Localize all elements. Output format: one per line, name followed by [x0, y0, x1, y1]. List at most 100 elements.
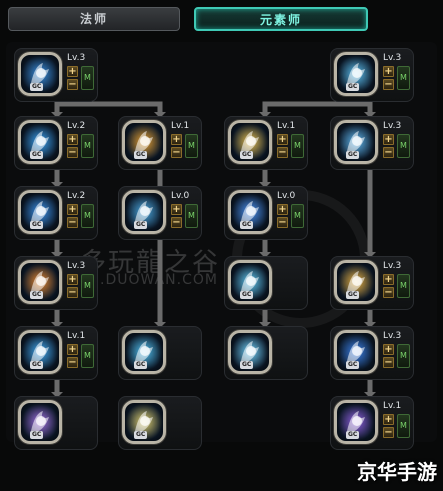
skill-level: Lv.0 — [171, 191, 190, 201]
level-up-button[interactable]: + — [383, 274, 394, 285]
ice-cube-icon[interactable]: GC — [228, 330, 272, 374]
master-button[interactable]: M — [291, 204, 304, 228]
master-button[interactable]: M — [81, 274, 94, 298]
level-up-button[interactable]: + — [171, 134, 182, 145]
master-button[interactable]: M — [185, 134, 198, 158]
gc-badge: GC — [30, 221, 44, 229]
brand-watermark: 京华手游 — [357, 460, 437, 484]
master-button[interactable]: M — [397, 274, 410, 298]
level-down-button[interactable]: − — [67, 357, 78, 368]
skill-slot-r2c1: GC Lv.2 + − M — [14, 116, 98, 170]
level-up-button[interactable]: + — [383, 414, 394, 425]
level-down-button[interactable]: − — [383, 287, 394, 298]
skill-slot-r5c2: GC — [118, 326, 202, 380]
skill-level: Lv.1 — [383, 401, 402, 411]
master-button[interactable]: M — [397, 414, 410, 438]
skill-level: Lv.1 — [67, 331, 86, 341]
level-up-button[interactable]: + — [383, 66, 394, 77]
level-down-button[interactable]: − — [67, 217, 78, 228]
level-down-button[interactable]: − — [383, 147, 394, 158]
gc-badge: GC — [240, 361, 254, 369]
skill-slot-r3c2: GC Lv.0 + − M — [118, 186, 202, 240]
level-down-button[interactable]: − — [171, 217, 182, 228]
lightning-spears-icon[interactable]: GC — [228, 190, 272, 234]
level-down-button[interactable]: − — [67, 287, 78, 298]
skill-level: Lv.3 — [383, 53, 402, 63]
skill-slot-r5c3: GC — [224, 326, 308, 380]
gc-badge: GC — [30, 83, 44, 91]
level-down-button[interactable]: − — [383, 357, 394, 368]
skill-slot-r5c4: GC Lv.3 + − M — [330, 326, 414, 380]
master-button[interactable]: M — [81, 134, 94, 158]
master-button[interactable]: M — [397, 134, 410, 158]
skill-slot-r2c4: GC Lv.3 + − M — [330, 116, 414, 170]
gc-badge: GC — [240, 291, 254, 299]
ice-wall-icon[interactable]: GC — [334, 120, 378, 164]
gc-badge: GC — [240, 151, 254, 159]
gc-badge: GC — [30, 151, 44, 159]
skill-slot-r3c3: GC Lv.0 + − M — [224, 186, 308, 240]
skill-level: Lv.3 — [67, 261, 86, 271]
gc-badge: GC — [30, 291, 44, 299]
level-up-button[interactable]: + — [171, 204, 182, 215]
fire-strike-icon[interactable]: GC — [228, 120, 272, 164]
blue-blaze-icon[interactable]: GC — [18, 190, 62, 234]
master-button[interactable]: M — [81, 204, 94, 228]
level-down-button[interactable]: − — [171, 147, 182, 158]
master-button[interactable]: M — [81, 66, 94, 90]
gc-badge: GC — [240, 221, 254, 229]
level-down-button[interactable]: − — [277, 147, 288, 158]
level-up-button[interactable]: + — [67, 204, 78, 215]
level-down-button[interactable]: − — [277, 217, 288, 228]
ice-burst-icon[interactable]: GC — [334, 52, 378, 96]
gc-badge: GC — [346, 151, 360, 159]
blue-flame-icon[interactable]: GC — [18, 52, 62, 96]
sparkle-bolt-icon[interactable]: GC — [122, 330, 166, 374]
skill-level: Lv.1 — [171, 121, 190, 131]
level-up-button[interactable]: + — [67, 66, 78, 77]
level-up-button[interactable]: + — [277, 204, 288, 215]
skill-level: Lv.0 — [277, 191, 296, 201]
master-button[interactable]: M — [185, 204, 198, 228]
fire-hand-icon[interactable]: GC — [122, 120, 166, 164]
gc-badge: GC — [30, 361, 44, 369]
skill-level: Lv.3 — [383, 121, 402, 131]
ice-claw-icon[interactable]: GC — [228, 260, 272, 304]
skill-level: Lv.3 — [383, 261, 402, 271]
crescent-moon-icon[interactable]: GC — [122, 400, 166, 444]
skill-level: Lv.2 — [67, 191, 86, 201]
wind-dragon-icon[interactable]: GC — [122, 190, 166, 234]
violet-burst-icon[interactable]: GC — [18, 400, 62, 444]
blue-fire-wave-icon[interactable]: GC — [18, 120, 62, 164]
hex-seal-icon[interactable]: GC — [334, 260, 378, 304]
level-up-button[interactable]: + — [277, 134, 288, 145]
violet-rune-icon[interactable]: GC — [334, 400, 378, 444]
skill-level: Lv.1 — [277, 121, 296, 131]
level-down-button[interactable]: − — [383, 79, 394, 90]
level-up-button[interactable]: + — [67, 344, 78, 355]
level-up-button[interactable]: + — [383, 134, 394, 145]
master-button[interactable]: M — [291, 134, 304, 158]
skill-slot-r3c1: GC Lv.2 + − M — [14, 186, 98, 240]
level-down-button[interactable]: − — [67, 147, 78, 158]
level-up-button[interactable]: + — [67, 274, 78, 285]
gc-badge: GC — [134, 361, 148, 369]
master-button[interactable]: M — [397, 66, 410, 90]
fire-ball-icon[interactable]: GC — [18, 260, 62, 304]
level-up-button[interactable]: + — [383, 344, 394, 355]
skill-slot-r1c1: GC Lv.3 + − M — [14, 48, 98, 102]
master-button[interactable]: M — [81, 344, 94, 368]
gc-badge: GC — [30, 431, 44, 439]
level-up-button[interactable]: + — [67, 134, 78, 145]
gc-badge: GC — [134, 221, 148, 229]
skill-level: Lv.3 — [383, 331, 402, 341]
gc-badge: GC — [346, 83, 360, 91]
skill-slot-r1c4: GC Lv.3 + − M — [330, 48, 414, 102]
blue-phoenix-icon[interactable]: GC — [334, 330, 378, 374]
frost-dash-icon[interactable]: GC — [18, 330, 62, 374]
level-down-button[interactable]: − — [383, 427, 394, 438]
skill-slot-r4c4: GC Lv.3 + − M — [330, 256, 414, 310]
level-down-button[interactable]: − — [67, 79, 78, 90]
skill-slot-r6c1: GC — [14, 396, 98, 450]
master-button[interactable]: M — [397, 344, 410, 368]
